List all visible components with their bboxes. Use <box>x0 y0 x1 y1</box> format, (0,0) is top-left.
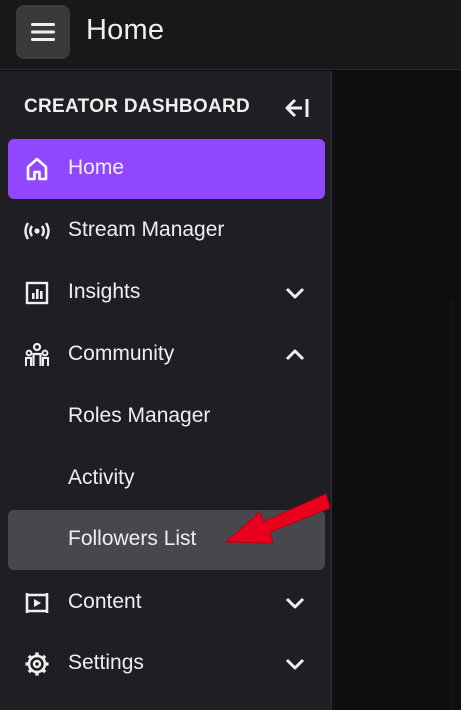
chevron-down-icon[interactable] <box>284 594 306 612</box>
home-icon <box>26 157 48 181</box>
chevron-down-icon[interactable] <box>284 284 306 302</box>
content-icon <box>25 593 49 613</box>
community-icon <box>25 342 49 366</box>
sidebar-item-label: Followers List <box>68 527 197 550</box>
sidebar-subitem-roles-manager[interactable]: Roles Manager <box>8 387 325 447</box>
insights-chart-icon <box>25 281 49 305</box>
sidebar-item-label: Content <box>68 590 142 613</box>
page-title: Home <box>86 14 165 46</box>
menu-button[interactable] <box>16 5 70 59</box>
main-content <box>333 71 461 710</box>
sidebar-item-settings[interactable]: Settings <box>8 634 325 694</box>
sidebar-item-label: Roles Manager <box>68 404 211 427</box>
sidebar-item-content[interactable]: Content <box>8 573 325 633</box>
hamburger-menu-icon <box>31 23 55 41</box>
gear-icon <box>25 652 49 676</box>
sidebar-item-label: Insights <box>68 280 141 303</box>
sidebar-item-home[interactable]: Home <box>8 139 325 199</box>
sidebar-item-stream-manager[interactable]: Stream Manager <box>8 201 325 261</box>
annotation-arrow-icon <box>224 493 331 544</box>
sidebar-item-label: Activity <box>68 466 135 489</box>
sidebar-item-insights[interactable]: Insights <box>8 263 325 323</box>
content-panel-edge <box>452 300 461 710</box>
sidebar-section-title: CREATOR DASHBOARD <box>24 96 251 117</box>
sidebar-item-community[interactable]: Community <box>8 325 325 385</box>
sidebar-item-label: Home <box>68 156 125 179</box>
broadcast-icon <box>24 222 50 240</box>
collapse-left-icon[interactable] <box>283 96 311 120</box>
chevron-up-icon[interactable] <box>284 346 306 364</box>
sidebar-item-label: Community <box>68 342 175 365</box>
sidebar-item-label: Stream Manager <box>68 218 225 241</box>
top-bar: Home <box>0 0 461 70</box>
sidebar-item-label: Settings <box>68 651 144 674</box>
chevron-down-icon[interactable] <box>284 655 306 673</box>
